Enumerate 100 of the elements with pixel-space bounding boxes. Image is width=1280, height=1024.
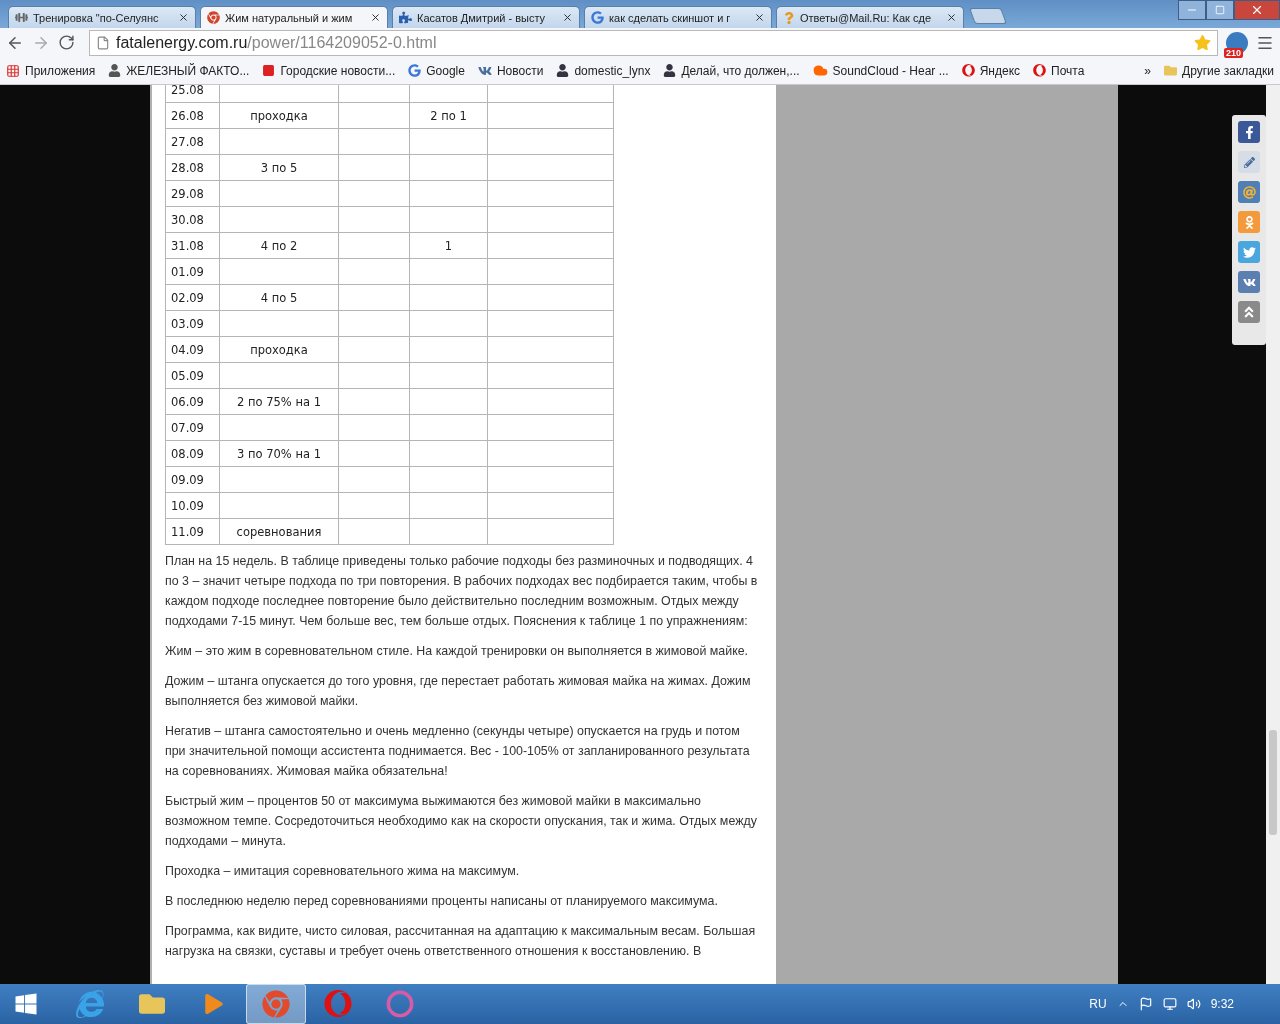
reload-button[interactable] xyxy=(58,34,75,51)
table-cell: 05.09 xyxy=(165,362,220,389)
table-cell: 2 по 75% на 1 xyxy=(219,388,339,415)
language-indicator[interactable]: RU xyxy=(1089,997,1107,1011)
network-icon[interactable] xyxy=(1162,997,1177,1011)
folder-icon xyxy=(1164,64,1178,77)
paragraph: В последнюю неделю перед соревнованиями проценты написаны от планируемого максимума. xyxy=(165,893,719,910)
bookmark-item[interactable]: Яндекс xyxy=(961,63,1020,78)
table-cell xyxy=(338,518,410,545)
close-icon[interactable] xyxy=(370,12,381,23)
new-tab-button[interactable] xyxy=(969,8,1007,24)
paragraph: Программа, как видите, чисто силовая, рассчитанная на адаптацию к максимальным весам. Большая нагрузка на связки, суставы и требует очень ответственного отношения к восстановлению. В xyxy=(165,923,757,960)
user-icon xyxy=(556,64,570,77)
flag-icon[interactable] xyxy=(1138,997,1153,1011)
bookmark-item[interactable]: Делай, что должен,... xyxy=(663,63,800,78)
table-cell xyxy=(338,310,410,337)
table-cell: 03.09 xyxy=(165,310,220,337)
close-icon[interactable] xyxy=(754,12,765,23)
table-cell xyxy=(338,492,410,519)
close-icon[interactable] xyxy=(562,12,573,23)
bookmark-item[interactable]: Почта xyxy=(1033,63,1085,78)
browser-tab[interactable]: Жим натуральный и жим xyxy=(200,6,388,28)
table-cell xyxy=(338,284,410,311)
close-icon[interactable] xyxy=(946,12,957,23)
bookmark-item[interactable]: ЖЕЛЕЗНЫЙ ФАКТО... xyxy=(108,63,250,78)
paragraph: Быстрый жим – процентов 50 от максимума выжимаются без жимовой майки в максимально возможном темпе. Сосредоточиться необходимо как на скорости опускания, так и жима. Отдых между подходами – минута. xyxy=(165,793,758,850)
bookmark-item[interactable]: Приложения xyxy=(6,63,96,78)
table-cell: 28.08 xyxy=(165,154,220,181)
browser-tab[interactable]: Тренировка "по-Селуянс xyxy=(8,6,196,28)
table-cell: 04.09 xyxy=(165,336,220,363)
extension-badge: 210 xyxy=(1224,47,1244,58)
table-cell: 1 xyxy=(409,232,488,259)
taskbar-button[interactable] xyxy=(246,984,306,1024)
table-cell xyxy=(338,180,410,207)
table-cell: 08.09 xyxy=(165,440,220,467)
table-cell xyxy=(338,232,410,259)
question-icon xyxy=(783,11,795,24)
bookmark-item[interactable]: domestic_lynx xyxy=(556,63,651,78)
table-cell: 25.08 xyxy=(165,85,220,103)
table-cell: 06.09 xyxy=(165,388,220,415)
table-cell xyxy=(338,466,410,493)
table-cell: 10.09 xyxy=(165,492,220,519)
table-cell xyxy=(338,102,410,129)
user-icon xyxy=(663,64,677,77)
volume-icon[interactable] xyxy=(1186,997,1201,1011)
table-cell: соревнования xyxy=(219,518,339,545)
table-cell: 29.08 xyxy=(165,180,220,207)
table-cell: 01.09 xyxy=(165,258,220,285)
table-cell: 02.09 xyxy=(165,284,220,311)
table-cell xyxy=(338,206,410,233)
square-icon xyxy=(262,64,276,77)
table-cell: 27.08 xyxy=(165,128,220,155)
pen-icon[interactable] xyxy=(1243,156,1255,168)
close-icon[interactable] xyxy=(178,12,189,23)
dumbbell-icon xyxy=(15,11,28,24)
bookmark-item[interactable]: Новости xyxy=(477,63,544,78)
maximize-button[interactable] xyxy=(1206,0,1234,20)
clock[interactable]: 9:32 xyxy=(1210,997,1234,1011)
table-cell xyxy=(338,440,410,467)
table-cell xyxy=(338,362,410,389)
table-cell: 31.08 xyxy=(165,232,220,259)
table-cell: 30.08 xyxy=(165,206,220,233)
bookmark-folder[interactable]: Другие закладки xyxy=(1164,63,1274,78)
paragraph: Проходка – имитация соревновательного жима на максимум. xyxy=(165,863,521,880)
table-cell: проходка xyxy=(219,336,339,363)
paragraph: План на 15 недель. В таблице приведены только рабочие подходы без разминочных и подводящих. 4 по 3 – значит четыре подхода по три повторения. В рабочих подходах вес подбирается таким, чтобы в каждом подходе последнее повторение было действительно последним возможным. Отдых между подходами 7-15 минут. Чем больше вес, тем больше отдых. Пояснения к таблице 1 по упражнениям: xyxy=(165,553,759,630)
scrollbar[interactable] xyxy=(1266,85,1280,984)
table-cell: 3 по 70% на 1 xyxy=(219,440,339,467)
google-icon xyxy=(591,11,604,24)
table-cell: 07.09 xyxy=(165,414,220,441)
windows-icon[interactable] xyxy=(14,992,38,1016)
table-cell: 11.09 xyxy=(165,518,220,545)
browser-tab[interactable]: как сделать скиншот и г xyxy=(584,6,772,28)
share-button[interactable] xyxy=(1238,151,1260,173)
table-cell xyxy=(338,128,410,155)
opera-icon xyxy=(1033,64,1046,77)
paragraph: Жим – это жим в соревновательном стиле. На каждой тренировки он выполняется в жимовой майке. xyxy=(165,643,750,660)
minimize-button[interactable] xyxy=(1178,0,1206,20)
bookmark-item[interactable]: SoundCloud - Hear ... xyxy=(812,63,949,78)
close-button[interactable] xyxy=(1234,0,1280,20)
table-cell xyxy=(338,258,410,285)
bookmark-item[interactable]: Городские новости... xyxy=(262,63,396,78)
browser-tab[interactable]: Касатов Дмитрий - высту xyxy=(392,6,580,28)
bookmark-item[interactable]: Google xyxy=(408,63,465,78)
paragraph: Дожим – штанга опускается до того уровня, где перестает работать жимовая майка на жимах. Дожим выполняется без жимовой майки. xyxy=(165,673,752,710)
table-cell: проходка xyxy=(219,102,339,129)
apps-icon xyxy=(6,63,20,78)
swirl-icon xyxy=(207,11,220,24)
star-icon[interactable] xyxy=(1194,34,1211,51)
table-cell: 4 по 2 xyxy=(219,232,339,259)
page-icon xyxy=(96,35,110,50)
table-cell xyxy=(338,388,410,415)
address-field[interactable]: fatalenergy.com.ru/power/1164209052-0.html xyxy=(89,29,1218,56)
paragraph: Негатив – штанга самостоятельно и очень медленно (секунды четыре) опускается на грудь и потом при значительной помощи ассистента поднимается. Вес - 100-105% от запланированного результата на соревнованиях. Жимовая майка обязательна! xyxy=(165,723,751,780)
table-cell: 3 по 5 xyxy=(219,154,339,181)
browser-tab[interactable]: Ответы@Mail.Ru: Как сде xyxy=(776,6,964,28)
more-bookmarks-button[interactable]: » xyxy=(1144,63,1152,78)
table-cell xyxy=(338,414,410,441)
ie-icon[interactable] xyxy=(76,990,104,1018)
table-cell: 26.08 xyxy=(165,102,220,129)
